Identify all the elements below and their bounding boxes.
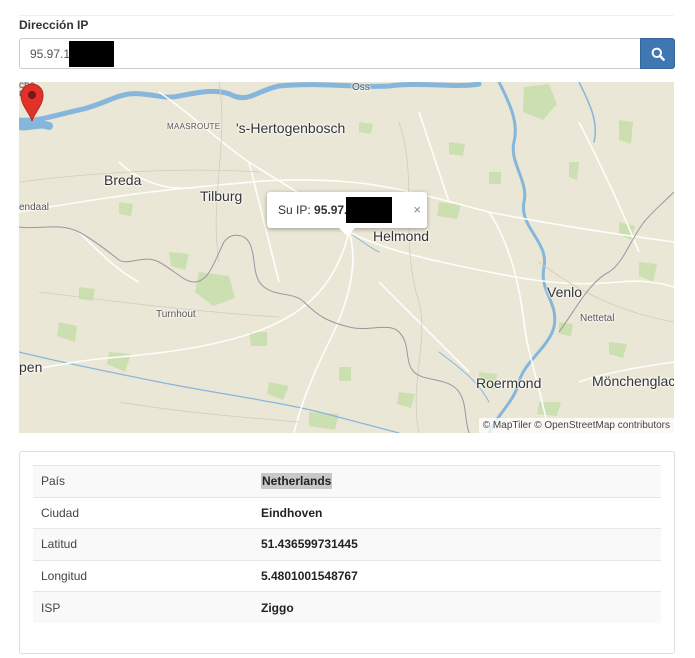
map-label-tilburg: Tilburg — [200, 188, 243, 204]
popup-ip-value: 95.97. — [314, 203, 348, 217]
ip-info-table: País Netherlands Ciudad Eindhoven Latitu… — [33, 465, 661, 623]
popup-close-button[interactable]: × — [413, 202, 421, 217]
map-label-roermond: Roermond — [476, 375, 542, 391]
table-row: Longitud 5.4801001548767 — [33, 559, 661, 592]
row-value-country-cell: Netherlands — [253, 465, 661, 497]
popup-prefix: Su IP: — [278, 203, 311, 217]
table-row: País Netherlands — [33, 465, 661, 497]
row-label-longitude: Longitud — [33, 559, 253, 592]
map-tiles — [19, 82, 674, 433]
ip-popup: Su IP: 95.97. × — [267, 192, 427, 236]
top-divider — [19, 15, 674, 16]
ip-search-group: 95.97.1 — [19, 38, 675, 69]
row-label-latitude: Latitud — [33, 528, 253, 560]
row-label-city: Ciudad — [33, 496, 253, 529]
ip-address-input[interactable]: 95.97.1 — [19, 38, 640, 69]
row-value-latitude: 51.436599731445 — [253, 528, 661, 560]
redaction-box — [69, 40, 115, 67]
map-label-hertogenbosch: 's-Hertogenbosch — [236, 120, 346, 136]
popup-redaction-box — [346, 197, 393, 223]
search-button[interactable] — [640, 38, 675, 69]
table-row: ISP Ziggo — [33, 591, 661, 623]
table-row: Latitud 51.436599731445 — [33, 528, 661, 560]
ip-address-value: 95.97.1 — [30, 46, 71, 61]
map-label-maasroute: MAASROUTE — [167, 122, 221, 131]
map-label-pen: pen — [19, 359, 43, 375]
map-label-endaal: endaal — [19, 202, 50, 213]
map-label-nettetal: Nettetal — [580, 313, 615, 324]
map-label-helmond: Helmond — [373, 228, 430, 244]
row-value-country: Netherlands — [261, 473, 333, 490]
map-label-monchengladbach: Mönchenglac — [592, 373, 674, 389]
search-icon — [651, 47, 665, 61]
row-label-isp: ISP — [33, 591, 253, 623]
table-row: Ciudad Eindhoven — [33, 496, 661, 529]
map-label-breda: Breda — [104, 172, 142, 188]
row-label-country: País — [33, 465, 253, 497]
map-label-oss: Oss — [352, 82, 370, 93]
row-value-longitude: 5.4801001548767 — [253, 559, 661, 592]
location-pin-icon[interactable] — [19, 82, 45, 122]
row-value-city: Eindhoven — [253, 496, 661, 529]
map-label-turnhout: Turnhout — [156, 309, 196, 320]
map-attribution[interactable]: © MapTiler © OpenStreetMap contributors — [478, 418, 674, 433]
row-value-isp: Ziggo — [253, 591, 661, 623]
location-map[interactable]: che rd Oss MAASROUTE 's-Hertogenbosch Br… — [19, 82, 674, 433]
ip-field-label: Dirección IP — [19, 18, 89, 32]
map-label-venlo: Venlo — [547, 284, 583, 300]
ip-info-panel: País Netherlands Ciudad Eindhoven Latitu… — [19, 451, 675, 654]
